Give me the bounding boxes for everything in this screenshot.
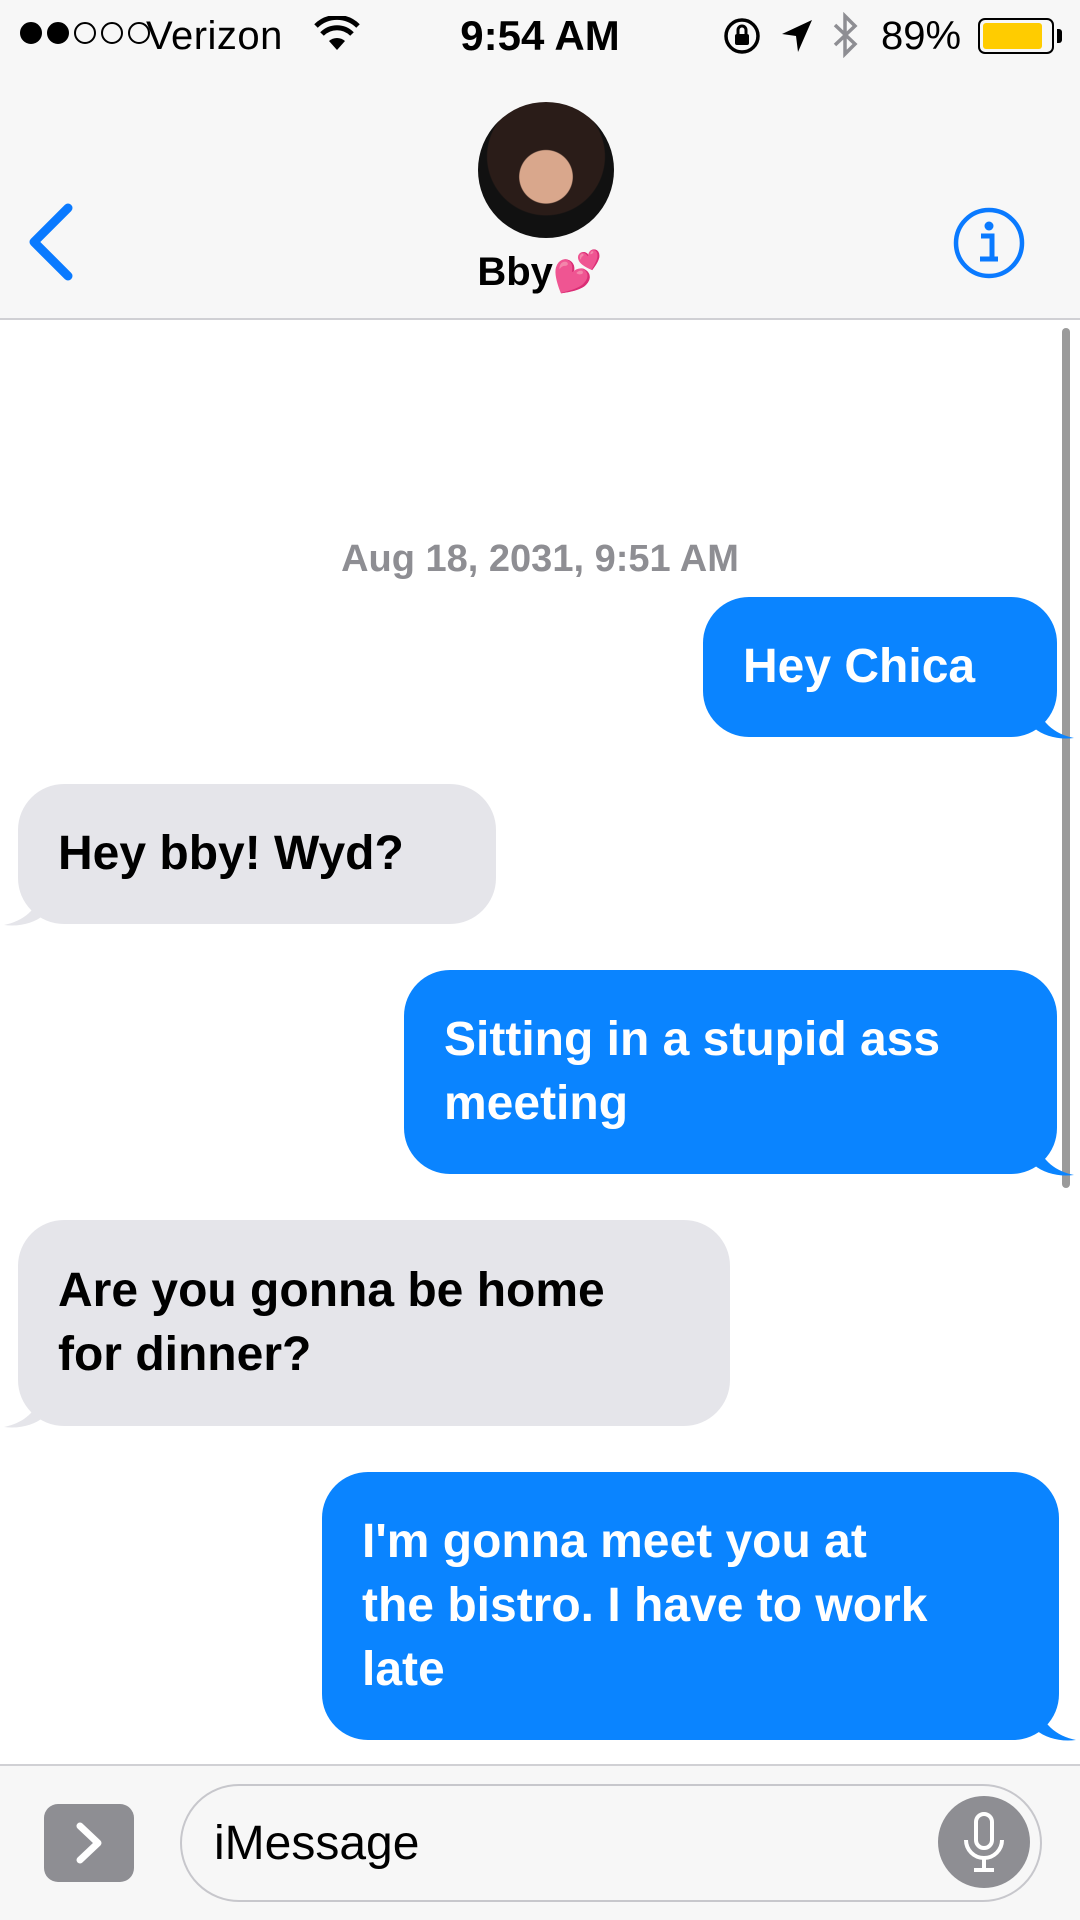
avatar[interactable] <box>478 102 614 238</box>
message-bubble-sent[interactable]: I'm gonna meet you at the bistro. I have… <box>322 1472 1059 1740</box>
bubble-tail <box>4 887 44 926</box>
message-text: I'm gonna meet you at the bistro. I have… <box>362 1515 928 1696</box>
message-bubble-sent[interactable]: Hey Chica <box>703 597 1057 737</box>
message-text: Hey Chica <box>743 640 976 693</box>
message-bubble-sent[interactable]: Sitting in a stupid ass meeting <box>404 970 1057 1174</box>
dictation-button[interactable] <box>938 1796 1030 1888</box>
message-input[interactable]: iMessage <box>180 1784 1042 1902</box>
scrollbar[interactable] <box>1062 328 1070 1188</box>
message-bubble-received[interactable]: Hey bby! Wyd? <box>18 784 496 924</box>
bubble-tail <box>4 1389 44 1428</box>
bubble-tail <box>1036 1702 1076 1741</box>
microphone-icon <box>964 1812 1004 1872</box>
message-text: Hey bby! Wyd? <box>58 827 404 880</box>
message-bubble-received[interactable]: Are you gonna be home for dinner? <box>18 1220 730 1426</box>
info-icon[interactable] <box>952 206 1026 280</box>
chevron-right-icon <box>76 1822 102 1864</box>
battery-fill <box>983 23 1042 49</box>
battery-percent: 89% <box>881 14 962 58</box>
orientation-lock-icon <box>724 18 760 54</box>
contact-name[interactable]: Bby💕 <box>0 248 1080 295</box>
message-placeholder: iMessage <box>214 1817 420 1870</box>
conversation-header: Bby💕 <box>0 72 1080 320</box>
bluetooth-icon <box>833 12 858 58</box>
messages-screen: Verizon 9:54 AM 89% Bby💕 Aug 18, 2031, 9… <box>0 0 1080 1920</box>
bubble-tail <box>1034 1137 1074 1176</box>
message-text: Are you gonna be home for dinner? <box>58 1264 605 1381</box>
message-text: Sitting in a stupid ass meeting <box>444 1013 941 1130</box>
battery-icon <box>978 18 1054 54</box>
conversation-timestamp: Aug 18, 2031, 9:51 AM <box>341 538 739 580</box>
battery-nub <box>1057 29 1062 43</box>
compose-bar: iMessage <box>0 1764 1080 1920</box>
status-bar: Verizon 9:54 AM 89% <box>0 0 1080 72</box>
location-arrow-icon <box>782 20 812 52</box>
apps-button[interactable] <box>44 1804 134 1882</box>
bubble-tail <box>1034 700 1074 739</box>
